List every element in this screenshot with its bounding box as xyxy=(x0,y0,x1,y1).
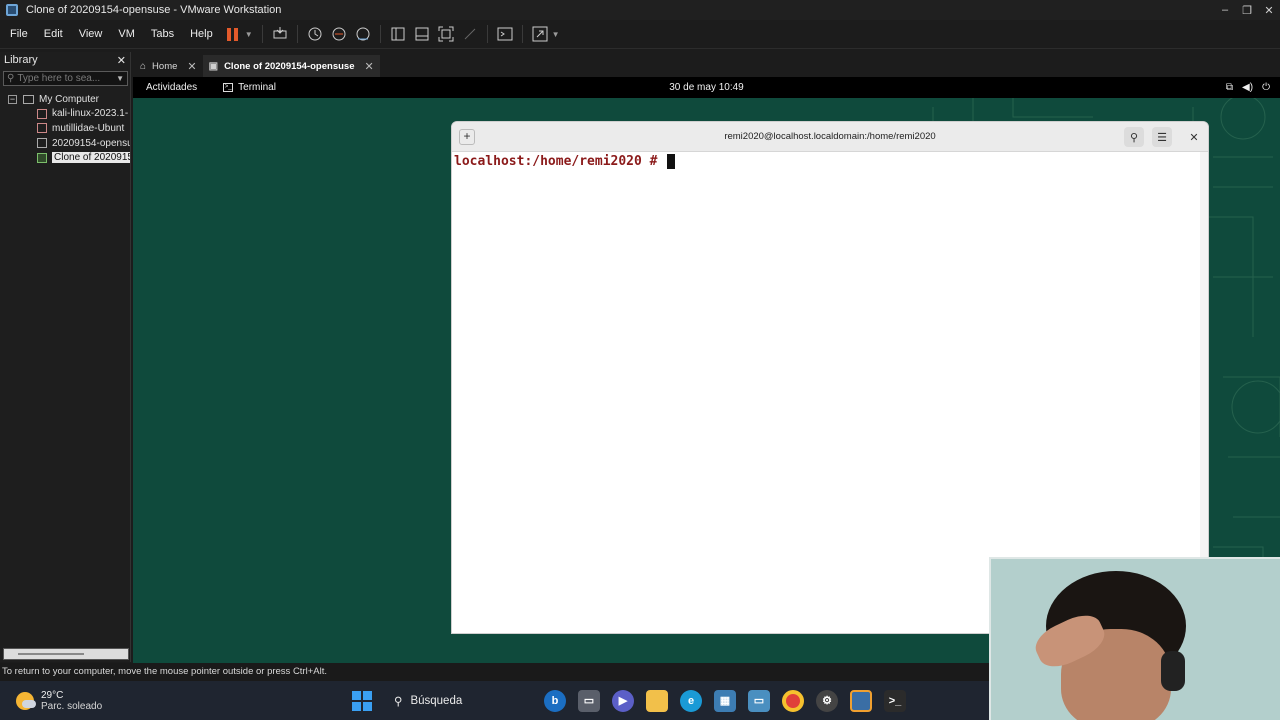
vm-icon xyxy=(37,108,47,119)
chrome-icon[interactable] xyxy=(782,689,804,712)
hamburger-menu-icon[interactable]: ☰ xyxy=(1152,127,1172,147)
computer-icon xyxy=(23,94,34,104)
window-titlebar: Clone of 20209154-opensuse - VMware Work… xyxy=(0,0,1280,20)
vmware-icon xyxy=(6,4,18,16)
menubar: File Edit View VM Tabs Help ▼ ▼ xyxy=(0,20,1280,49)
tab-bar: ⌂ Home ✕ ▣ Clone of 20209154-opensuse ✕ xyxy=(134,55,380,77)
tree-label: mutillidae-Ubunt xyxy=(52,122,125,134)
menu-tabs[interactable]: Tabs xyxy=(143,20,182,49)
library-search-placeholder: Type here to sea... xyxy=(17,73,101,84)
send-ctrl-alt-del-icon[interactable] xyxy=(269,23,291,45)
vm-tab-icon: ▣ xyxy=(208,60,219,72)
clock[interactable]: 30 de may 10:49 xyxy=(133,82,1280,93)
desktop: Clone of 20209154-opensuse - VMware Work… xyxy=(0,0,1280,720)
tab-label: Clone of 20209154-opensuse xyxy=(224,60,355,72)
restore-button[interactable]: ❐ xyxy=(1236,4,1258,17)
snapshot-manager-icon[interactable] xyxy=(352,23,374,45)
weather-widget[interactable]: 29°C Parc. soleado xyxy=(16,690,102,712)
search-icon[interactable]: ⚲ xyxy=(1124,127,1144,147)
taskbar-apps: ⚲ Búsqueda b ▭ ▶ e ▦ ▭ ⚙ >_ xyxy=(352,681,906,720)
library-search-input[interactable]: ⚲ Type here to sea... ▼ xyxy=(3,71,128,86)
tree-item-vm[interactable]: kali-linux-2023.1- xyxy=(0,107,130,122)
task-view-icon[interactable]: ▭ xyxy=(578,689,600,712)
menu-help[interactable]: Help xyxy=(182,20,221,49)
webcam-overlay xyxy=(989,557,1280,720)
bing-icon[interactable]: b xyxy=(544,689,566,712)
tree-item-vm-selected[interactable]: Clone of 2020915 xyxy=(0,150,130,165)
weather-icon xyxy=(16,691,36,710)
power-icon: ⏻ xyxy=(1262,82,1270,93)
gnome-top-bar: Actividades >_ Terminal 30 de may 10:49 … xyxy=(133,77,1280,98)
tree-label: kali-linux-2023.1- xyxy=(52,108,129,120)
terminal-taskbar-icon[interactable]: >_ xyxy=(884,689,906,712)
minimize-button[interactable]: – xyxy=(1214,4,1236,16)
weather-description: Parc. soleado xyxy=(41,700,103,712)
volume-icon: ◀) xyxy=(1242,82,1254,93)
pause-dropdown-icon[interactable]: ▼ xyxy=(245,30,253,39)
vmware-taskbar-icon[interactable] xyxy=(850,689,872,712)
show-library-icon[interactable] xyxy=(387,23,409,45)
search-icon: ⚲ xyxy=(394,695,403,708)
chevron-down-icon[interactable]: ▼ xyxy=(116,74,124,83)
system-tray[interactable]: ⧉ ◀) ⏻ xyxy=(1226,82,1270,93)
vm-icon xyxy=(37,138,47,149)
running-vm-icon xyxy=(37,152,47,163)
console-view-icon[interactable] xyxy=(494,23,516,45)
tree-label: Clone of 2020915 xyxy=(52,152,130,164)
prompt-line: localhost:/home/remi2020 # xyxy=(454,154,1206,169)
stretch-guest-icon[interactable] xyxy=(529,23,551,45)
network-icon: ⧉ xyxy=(1225,82,1234,93)
terminal-content[interactable]: localhost:/home/remi2020 # xyxy=(452,152,1208,171)
library-title: Library xyxy=(4,54,38,66)
library-close-icon[interactable]: ✕ xyxy=(117,54,126,67)
terminal-title: remi2020@localhost.localdomain:/home/rem… xyxy=(724,131,936,142)
tab-home[interactable]: ⌂ Home ✕ xyxy=(134,55,203,77)
vm-icon xyxy=(37,123,47,134)
terminal-header: + remi2020@localhost.localdomain:/home/r… xyxy=(452,122,1208,152)
tree-item-vm[interactable]: mutillidae-Ubunt xyxy=(0,121,130,136)
snapshot-icon[interactable] xyxy=(304,23,326,45)
headset xyxy=(1161,651,1185,691)
close-button[interactable]: ✕ xyxy=(1258,4,1280,17)
teams-icon[interactable]: ▶ xyxy=(612,689,634,712)
shell-prompt: localhost:/home/remi2020 # xyxy=(454,154,666,169)
tree-label: 20209154-opensu xyxy=(52,137,130,149)
close-icon[interactable]: ✕ xyxy=(187,60,196,73)
menu-edit[interactable]: Edit xyxy=(36,20,71,49)
edge-icon[interactable]: e xyxy=(680,689,702,712)
search-label: Búsqueda xyxy=(410,694,463,707)
pause-icon[interactable] xyxy=(222,23,244,45)
thumbnail-bar-icon[interactable] xyxy=(411,23,433,45)
fullscreen-icon[interactable] xyxy=(435,23,457,45)
tree-item-my-computer[interactable]: − My Computer xyxy=(0,92,130,107)
tab-vm[interactable]: ▣ Clone of 20209154-opensuse ✕ xyxy=(202,55,380,77)
home-icon: ⌂ xyxy=(140,60,147,72)
revert-snapshot-icon[interactable] xyxy=(328,23,350,45)
store-icon[interactable]: ▦ xyxy=(714,689,736,712)
stretch-dropdown-icon[interactable]: ▼ xyxy=(552,30,560,39)
unity-icon[interactable] xyxy=(459,23,481,45)
library-panel: Library ✕ ⚲ Type here to sea... ▼ − My C… xyxy=(0,52,131,662)
window-title: Clone of 20209154-opensuse - VMware Work… xyxy=(26,4,282,16)
settings-app-icon[interactable]: ⚙ xyxy=(816,689,838,712)
text-cursor xyxy=(667,154,676,169)
library-header: Library ✕ xyxy=(0,52,130,68)
close-icon[interactable]: ✕ xyxy=(364,60,373,73)
menu-file[interactable]: File xyxy=(2,20,36,49)
taskbar-search[interactable]: ⚲ Búsqueda xyxy=(384,687,532,715)
collapse-icon[interactable]: − xyxy=(8,94,17,104)
tree-label: My Computer xyxy=(39,93,100,105)
library-tree: − My Computer kali-linux-2023.1- mutilli… xyxy=(0,92,130,165)
monitor-app-icon[interactable]: ▭ xyxy=(748,689,770,712)
menu-view[interactable]: View xyxy=(71,20,111,49)
library-scrollbar[interactable] xyxy=(3,648,129,660)
close-icon[interactable]: ✕ xyxy=(1184,127,1204,147)
temperature: 29°C xyxy=(41,689,64,701)
start-button[interactable] xyxy=(352,690,372,711)
tab-label: Home xyxy=(152,60,178,72)
tree-item-vm[interactable]: 20209154-opensu xyxy=(0,136,130,151)
search-icon: ⚲ xyxy=(7,73,15,84)
menu-vm[interactable]: VM xyxy=(110,20,143,49)
file-explorer-icon[interactable] xyxy=(646,689,668,712)
